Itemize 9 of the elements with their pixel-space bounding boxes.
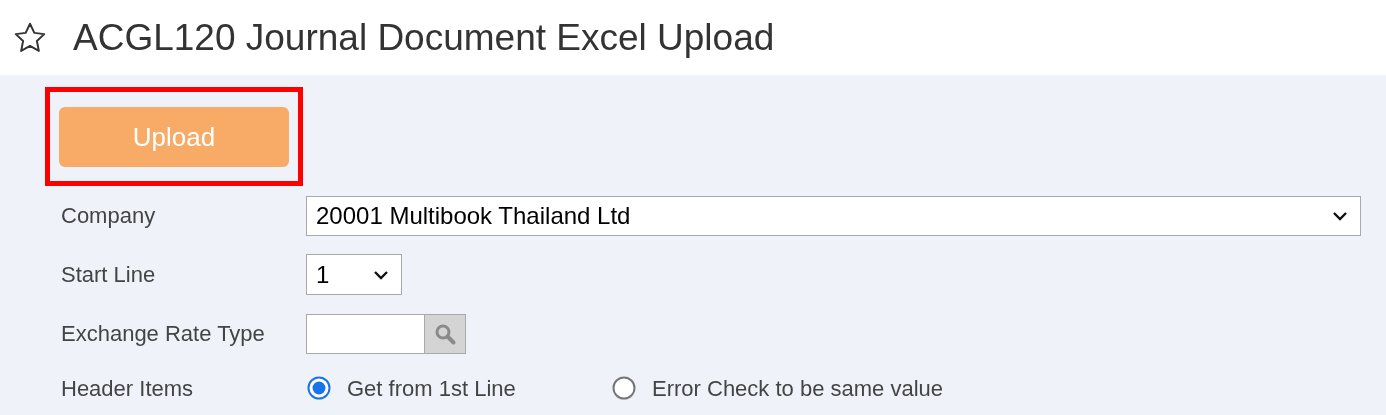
option-label[interactable]: Error Check to be same value xyxy=(652,371,944,405)
dropdown[interactable]: 1 xyxy=(306,254,402,295)
page-title: ACGL120 Journal Document Excel Upload xyxy=(73,19,775,56)
field-label: Header Items xyxy=(60,374,195,403)
field-label: Company xyxy=(60,202,157,230)
field-label: Start Line xyxy=(60,261,157,289)
dropdown[interactable]: 20001 Multibook Thailand Ltd xyxy=(306,195,1361,236)
option-label[interactable]: Get from 1st Line xyxy=(347,371,516,405)
field-label: Exchange Rate Type xyxy=(60,320,266,348)
